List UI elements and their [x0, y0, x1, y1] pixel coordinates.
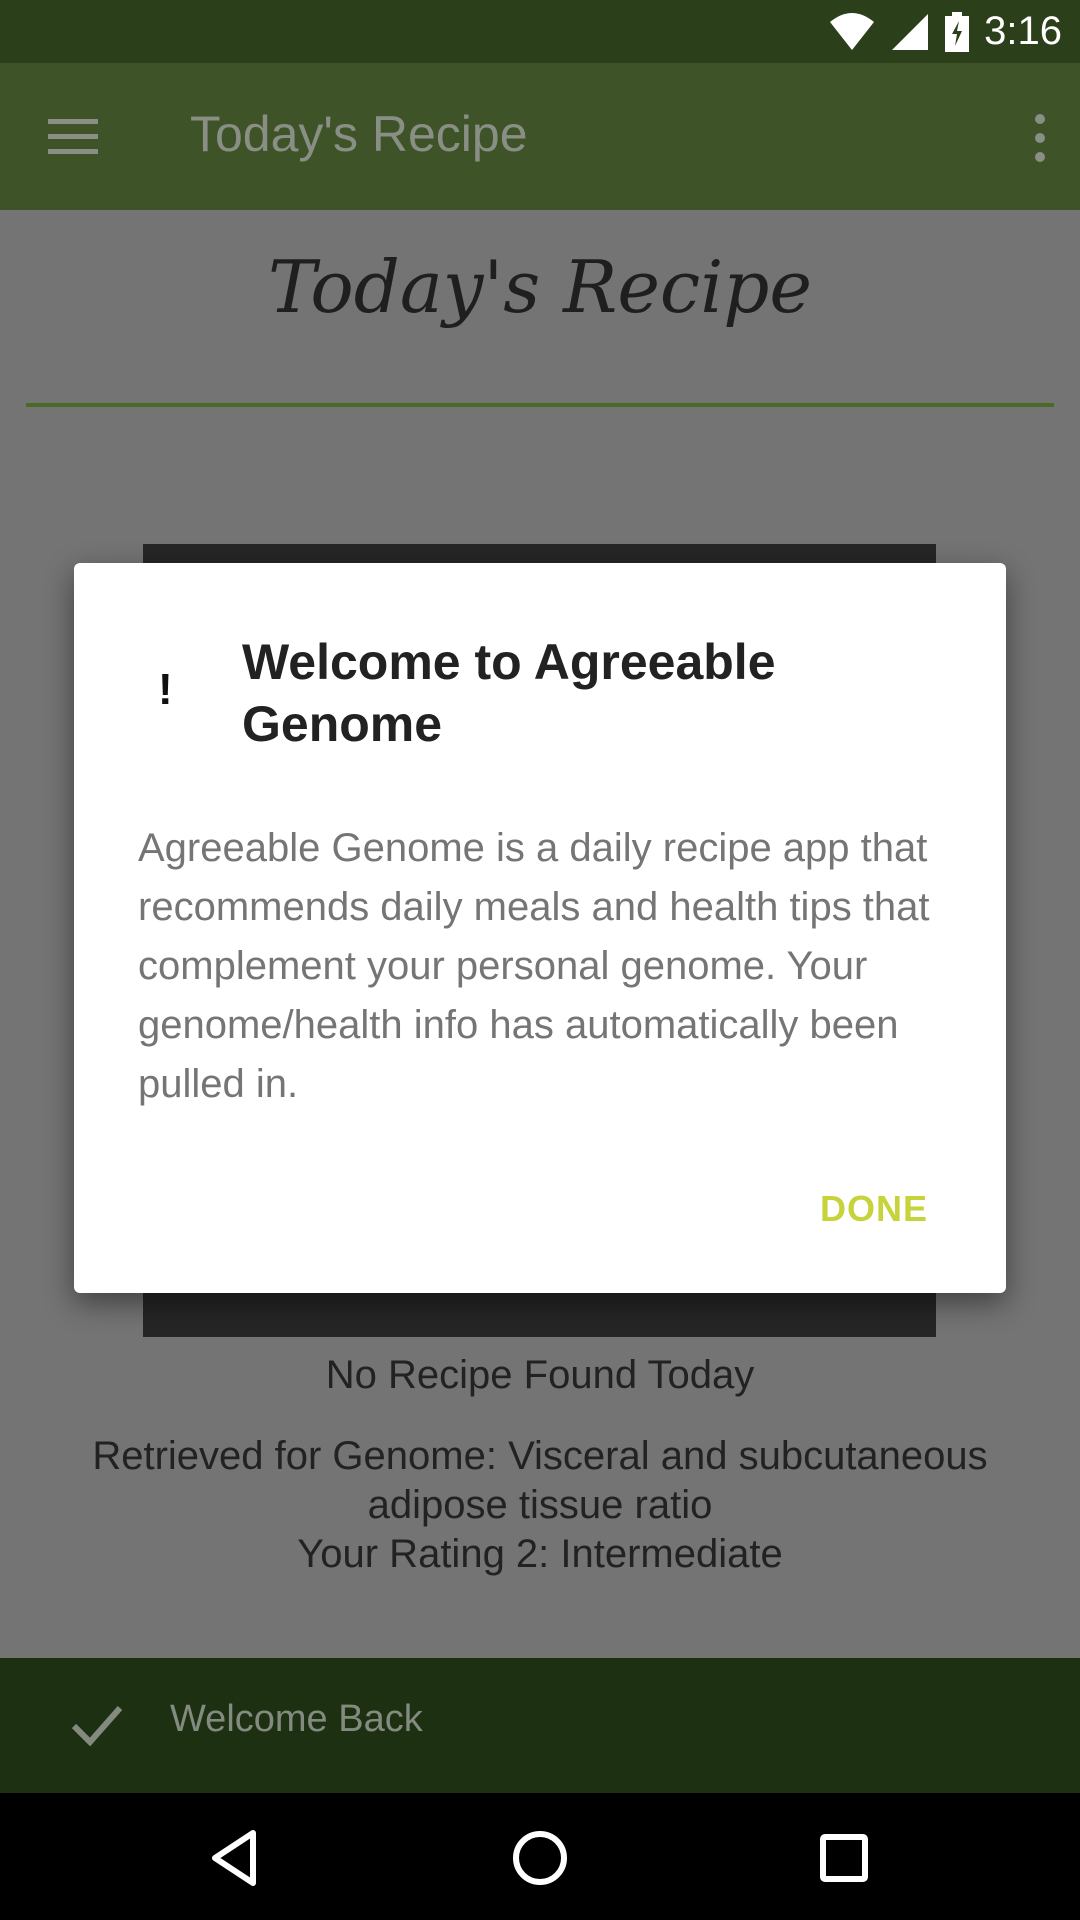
signal-icon — [892, 13, 929, 50]
status-time: 3:16 — [984, 9, 1062, 53]
check-icon — [71, 1706, 123, 1747]
back-icon[interactable] — [201, 1823, 271, 1893]
genome-info-line: Retrieved for Genome: Visceral and subcu… — [92, 1434, 988, 1478]
no-recipe-text: No Recipe Found Today — [325, 1353, 755, 1397]
snackbar: Welcome Back — [0, 1658, 1080, 1793]
recents-icon[interactable] — [809, 1823, 879, 1893]
snackbar-text: Welcome Back — [170, 1698, 423, 1740]
alert-icon: ! — [158, 665, 173, 714]
home-icon[interactable] — [505, 1823, 575, 1893]
status-bar: 3:16 — [0, 0, 1080, 63]
done-button[interactable]: DONE — [820, 1188, 928, 1230]
wifi-icon — [830, 12, 875, 50]
dialog-message: Agreeable Genome is a daily recipe app t… — [138, 826, 930, 1106]
page-title: Today's Recipe — [268, 245, 812, 329]
title-divider — [26, 403, 1054, 407]
dialog-title: Welcome to Agreeable Genome — [242, 634, 776, 752]
status-icons: 3:16 — [828, 0, 1062, 63]
menu-icon[interactable] — [48, 117, 98, 157]
genome-info: Retrieved for Genome: Visceral and subcu… — [40, 1432, 1040, 1579]
toolbar-title: Today's Recipe — [190, 106, 528, 162]
more-vert-icon[interactable] — [1030, 113, 1050, 163]
genome-rating-line: Your Rating 2: Intermediate — [297, 1532, 783, 1576]
nav-bar — [0, 1793, 1080, 1920]
genome-info-line: adipose tissue ratio — [367, 1483, 713, 1527]
battery-charging-icon — [945, 11, 970, 52]
welcome-dialog: ! Welcome to Agreeable Genome Agreeable … — [74, 563, 1006, 1293]
app-toolbar: Today's Recipe — [0, 63, 1080, 210]
